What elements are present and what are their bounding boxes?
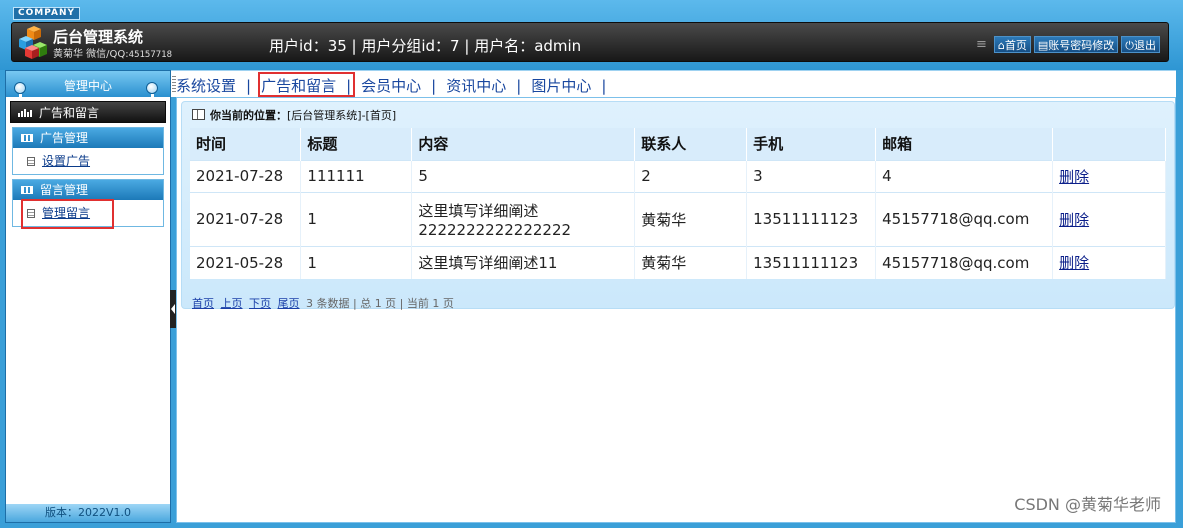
sidebar-group-header[interactable]: 留言管理 (13, 180, 163, 200)
sidebar-item-set-ads[interactable]: 设置广告 (13, 148, 163, 174)
delete-link[interactable]: 删除 (1059, 168, 1089, 186)
sidebar: 管理中心 广告和留言 广告管理 设置广告 留言管理 管理留言 版本：2022V1… (5, 70, 171, 523)
menu-icon[interactable]: ≡ (976, 37, 987, 52)
nav-item-images[interactable]: 图片中心 (531, 75, 591, 96)
sidebar-group-header[interactable]: 广告管理 (13, 128, 163, 148)
home-button[interactable]: ⌂首页 (993, 36, 1031, 53)
highlight-box (21, 199, 114, 229)
sidebar-title: 管理中心 (6, 71, 170, 104)
document-icon: ▤ (1037, 39, 1049, 52)
logout-button[interactable]: ⏻退出 (1121, 36, 1160, 53)
file-icon (27, 157, 35, 166)
table-header-row: 时间 标题 内容 联系人 手机 邮箱 (190, 128, 1166, 160)
table-row: 2021-05-28 1 这里填写详细阐述11 黄菊华 13511111123 … (190, 245, 1166, 279)
list-icon (21, 134, 33, 142)
breadcrumb: 你当前的位置：[后台管理系统]-[首页] (192, 107, 396, 123)
nav-item-members[interactable]: 会员中心 (361, 75, 421, 96)
prev-page-link[interactable]: 上页 (221, 297, 243, 310)
user-info: 用户id：35 | 用户分组id：7 | 用户名：admin (269, 37, 582, 55)
column-header: 邮箱 (875, 128, 1054, 160)
nav-item-news[interactable]: 资讯中心 (446, 75, 506, 96)
header-bar: 后台管理系统 黄菊华 微信/QQ:45157718 用户id：35 | 用户分组… (11, 22, 1169, 62)
column-header: 内容 (411, 128, 636, 160)
delete-link[interactable]: 删除 (1059, 211, 1089, 229)
system-subtitle: 黄菊华 微信/QQ:45157718 (53, 49, 173, 60)
delete-link[interactable]: 删除 (1059, 254, 1089, 272)
messages-table: 时间 标题 内容 联系人 手机 邮箱 2021-07-28 111111 5 2… (190, 128, 1166, 279)
power-icon: ⏻ (1125, 39, 1134, 52)
first-page-link[interactable]: 首页 (192, 297, 214, 310)
column-header (1052, 128, 1166, 160)
sidebar-group-ads: 广告管理 设置广告 (12, 127, 164, 175)
logo-cubes-icon (19, 26, 47, 59)
company-badge: COMPANY (13, 7, 80, 20)
nav-item-system[interactable]: 系统设置 (176, 75, 236, 96)
table-row: 2021-07-28 111111 5 2 3 4 删除 (190, 159, 1166, 192)
column-header: 标题 (300, 128, 413, 160)
last-page-link[interactable]: 尾页 (278, 297, 300, 310)
pagination: 首页 上页 下页 尾页 3 条数据 | 总 1 页 | 当前 1 页 (192, 295, 454, 311)
content-panel: 你当前的位置：[后台管理系统]-[首页] 时间 标题 内容 联系人 手机 邮箱 … (181, 101, 1175, 311)
watermark: CSDN @黄菊华老师 (1014, 495, 1161, 514)
bars-icon (18, 109, 34, 117)
column-header: 联系人 (634, 128, 748, 160)
main-content: 你当前的位置：[后台管理系统]-[首页] 时间 标题 内容 联系人 手机 邮箱 … (176, 97, 1176, 523)
password-button[interactable]: ▤账号密码修改 (1033, 36, 1119, 53)
version-label: 版本：2022V1.0 (6, 504, 170, 522)
header-buttons: ≡ ⌂首页 ▤账号密码修改 ⏻退出 (976, 36, 1160, 53)
column-header: 手机 (746, 128, 877, 160)
list-icon (21, 186, 33, 194)
pagination-summary: 3 条数据 | 总 1 页 | 当前 1 页 (306, 297, 454, 310)
top-nav: 系统设置 | 广告和留言 | 会员中心 | 资讯中心 | 图片中心 | (171, 70, 1176, 97)
column-header: 时间 (190, 128, 302, 160)
table-row: 2021-07-28 1 这里填写详细阐述 2222222222222222 黄菊… (190, 191, 1166, 246)
sidebar-category[interactable]: 广告和留言 (10, 101, 166, 123)
system-title: 后台管理系统 (53, 28, 144, 46)
highlight-box (258, 72, 355, 97)
top-bar: COMPANY 后台管理系统 黄菊华 微信/QQ:45157718 用户id：3… (0, 0, 1183, 70)
home-icon: ⌂ (997, 39, 1005, 52)
location-icon (192, 109, 205, 120)
next-page-link[interactable]: 下页 (249, 297, 271, 310)
